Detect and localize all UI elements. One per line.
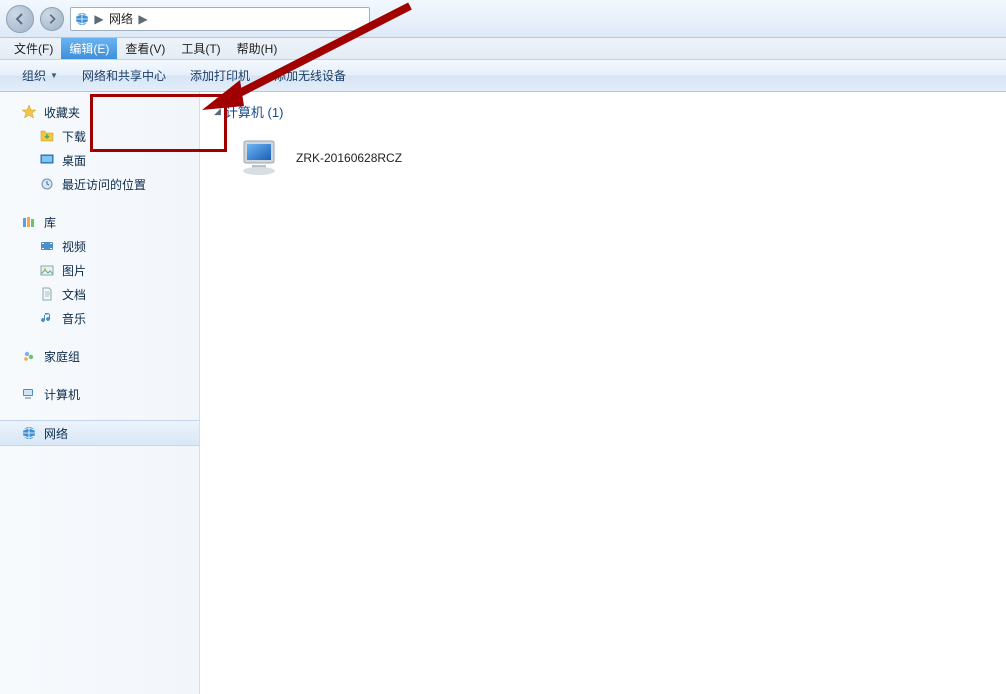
- sidebar-item-label: 音乐: [62, 310, 86, 327]
- computer-icon: [238, 137, 284, 179]
- add-wireless-device-button[interactable]: 添加无线设备: [262, 61, 358, 90]
- music-icon: [38, 309, 56, 327]
- pictures-icon: [38, 261, 56, 279]
- network-header[interactable]: 网络: [0, 420, 199, 446]
- computer-label: 计算机: [44, 386, 80, 403]
- desktop-icon: [38, 151, 56, 169]
- navigation-pane: 收藏夹 下载 桌面 最近访问的位置: [0, 92, 200, 694]
- libraries-icon: [20, 213, 38, 231]
- back-button[interactable]: [6, 5, 34, 33]
- network-sharing-center-button[interactable]: 网络和共享中心: [70, 61, 178, 90]
- menu-view[interactable]: 查看(V): [117, 38, 173, 59]
- add-printer-button[interactable]: 添加打印机: [178, 61, 262, 90]
- libraries-label: 库: [44, 214, 56, 231]
- collapse-triangle-icon: ◢: [214, 106, 221, 117]
- sidebar-item-recent[interactable]: 最近访问的位置: [0, 172, 199, 196]
- sidebar-item-label: 视频: [62, 238, 86, 255]
- computer-icon: [20, 385, 38, 403]
- sidebar-item-downloads[interactable]: 下载: [0, 124, 199, 148]
- sidebar-item-label: 最近访问的位置: [62, 176, 146, 193]
- homegroup-label: 家庭组: [44, 348, 80, 365]
- star-icon: [20, 103, 38, 121]
- menu-tools[interactable]: 工具(T): [173, 38, 228, 59]
- homegroup-group: 家庭组: [0, 344, 199, 368]
- computer-group: 计算机: [0, 382, 199, 406]
- favorites-label: 收藏夹: [44, 104, 80, 121]
- forward-button[interactable]: [40, 7, 64, 31]
- arrow-right-icon: [46, 13, 58, 25]
- menu-help[interactable]: 帮助(H): [229, 38, 286, 59]
- explorer-body: 收藏夹 下载 桌面 最近访问的位置: [0, 92, 1006, 694]
- sidebar-item-pictures[interactable]: 图片: [0, 258, 199, 282]
- favorites-header[interactable]: 收藏夹: [0, 100, 199, 124]
- breadcrumb-separator: ▶: [137, 12, 149, 26]
- network-group: 网络: [0, 420, 199, 446]
- navigation-bar: ▶ 网络 ▶: [0, 0, 1006, 38]
- menu-edit[interactable]: 编辑(E): [61, 38, 117, 59]
- menu-bar: 文件(F) 编辑(E) 查看(V) 工具(T) 帮助(H): [0, 38, 1006, 60]
- video-icon: [38, 237, 56, 255]
- recent-icon: [38, 175, 56, 193]
- computer-header[interactable]: 计算机: [0, 382, 199, 406]
- documents-icon: [38, 285, 56, 303]
- sidebar-item-label: 图片: [62, 262, 86, 279]
- network-icon: [20, 424, 38, 442]
- sidebar-item-label: 下载: [62, 128, 86, 145]
- homegroup-icon: [20, 347, 38, 365]
- address-bar[interactable]: ▶ 网络 ▶: [70, 7, 370, 31]
- breadcrumb-location[interactable]: 网络: [105, 10, 137, 27]
- organize-button[interactable]: 组织 ▼: [10, 61, 70, 90]
- sidebar-item-videos[interactable]: 视频: [0, 234, 199, 258]
- sidebar-item-label: 桌面: [62, 152, 86, 169]
- sidebar-item-label: 文档: [62, 286, 86, 303]
- computer-item-label: ZRK-20160628RCZ: [296, 151, 402, 165]
- sidebar-item-music[interactable]: 音乐: [0, 306, 199, 330]
- chevron-down-icon: ▼: [50, 71, 58, 80]
- network-center-label: 网络和共享中心: [82, 67, 166, 84]
- favorites-group: 收藏夹 下载 桌面 最近访问的位置: [0, 100, 199, 196]
- libraries-header[interactable]: 库: [0, 210, 199, 234]
- content-pane: ◢ 计算机 (1) ZRK-20160628RCZ: [200, 92, 1006, 694]
- sidebar-item-documents[interactable]: 文档: [0, 282, 199, 306]
- menu-file[interactable]: 文件(F): [6, 38, 61, 59]
- toolbar: 组织 ▼ 网络和共享中心 添加打印机 添加无线设备: [0, 60, 1006, 92]
- add-wireless-label: 添加无线设备: [274, 67, 346, 84]
- arrow-left-icon: [13, 12, 27, 26]
- homegroup-header[interactable]: 家庭组: [0, 344, 199, 368]
- network-icon: [73, 10, 91, 28]
- add-printer-label: 添加打印机: [190, 67, 250, 84]
- breadcrumb-separator: ▶: [93, 12, 105, 26]
- libraries-group: 库 视频 图片 文档: [0, 210, 199, 330]
- sidebar-item-desktop[interactable]: 桌面: [0, 148, 199, 172]
- section-header-computers[interactable]: ◢ 计算机 (1): [214, 102, 992, 121]
- organize-label: 组织: [22, 67, 46, 84]
- section-label: 计算机 (1): [225, 102, 284, 121]
- computer-item[interactable]: ZRK-20160628RCZ: [232, 133, 992, 183]
- network-label: 网络: [44, 425, 68, 442]
- download-icon: [38, 127, 56, 145]
